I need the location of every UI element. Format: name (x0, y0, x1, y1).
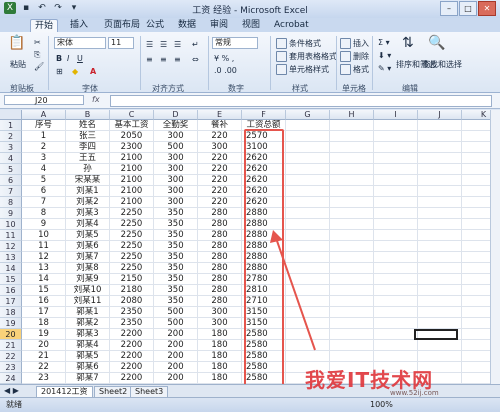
conditional-format-button[interactable]: 条件格式 (276, 38, 321, 49)
paste-button[interactable]: 粘贴 (10, 60, 26, 70)
decimal-icon[interactable]: .0 .00 (214, 66, 237, 76)
status-text: 就绪 (6, 400, 22, 409)
close-icon[interactable]: ✕ (478, 1, 496, 16)
insert-cells-button[interactable]: 插入 (340, 38, 369, 49)
copy-icon[interactable]: ⎘ (34, 50, 40, 60)
sheet-nav-icon[interactable]: ◀ ▶ (4, 386, 19, 396)
zoom-level[interactable]: 100% (370, 398, 393, 412)
cell-style-label: 单元格样式 (289, 65, 329, 74)
tab-acrobat[interactable]: Acrobat (270, 19, 313, 32)
watermark-site: www.52ij.com (390, 389, 439, 397)
table-format-label: 套用表格格式 (289, 52, 337, 61)
bold-icon[interactable]: B (56, 54, 62, 64)
format-cells-label: 格式 (353, 65, 369, 74)
currency-icon[interactable]: ¥ % , (214, 54, 234, 64)
tab-data[interactable]: 数据 (174, 19, 200, 32)
italic-icon[interactable]: I (67, 54, 69, 64)
font-color-icon[interactable]: A (90, 67, 96, 77)
align-right-icon[interactable]: ≡ (174, 55, 181, 65)
name-box[interactable]: J20 (4, 95, 84, 105)
ribbon-tabs: 开始 插入 页面布局 公式 数据 审阅 视图 Acrobat (0, 18, 500, 33)
format-cells-button[interactable]: 格式 (340, 64, 369, 75)
cell-style-button[interactable]: 单元格样式 (276, 64, 329, 75)
divider (372, 36, 373, 90)
font-name-select[interactable]: 宋体 (54, 37, 106, 49)
tab-review[interactable]: 审阅 (206, 19, 232, 32)
sort-filter-icon[interactable]: ⇅ (402, 36, 414, 50)
number-format-select[interactable]: 常规 (212, 37, 258, 49)
vertical-scrollbar[interactable] (490, 110, 500, 384)
fill-color-icon[interactable]: ◆ (72, 67, 78, 77)
minimize-icon[interactable]: – (440, 1, 458, 16)
align-top-icon[interactable]: ☰ (146, 40, 153, 50)
format-painter-icon[interactable]: 🖌 (34, 62, 44, 72)
merge-cells-icon[interactable]: ⇔ (192, 55, 199, 65)
fx-icon[interactable]: fx (92, 95, 100, 104)
divider (336, 36, 337, 90)
tab-insert[interactable]: 插入 (66, 19, 92, 32)
delete-cells-button[interactable]: 删除 (340, 51, 369, 62)
delete-cells-label: 删除 (353, 52, 369, 61)
formula-input[interactable] (110, 95, 492, 107)
divider (270, 36, 271, 90)
font-size-select[interactable]: 11 (108, 37, 134, 49)
tab-page-layout[interactable]: 页面布局 (100, 19, 144, 32)
wrap-text-icon[interactable]: ↵ (192, 40, 199, 50)
arrow-annotation (270, 230, 316, 351)
formula-bar: J20 fx (0, 93, 500, 109)
paste-icon[interactable]: 📋 (8, 36, 25, 50)
find-select-icon[interactable]: 🔍 (428, 36, 445, 50)
underline-icon[interactable]: U (77, 54, 83, 64)
divider (140, 36, 141, 90)
status-bar: 就绪 100% (0, 397, 500, 412)
align-left-icon[interactable]: ≡ (146, 55, 153, 65)
divider (208, 36, 209, 90)
align-center-icon[interactable]: ≡ (160, 55, 167, 65)
worksheet-grid[interactable]: A B C D E F G H I J K 1 序号 姓名 基本工资 全勤奖 餐补 工资总额 2 1 张三 2050 300… (0, 110, 490, 384)
title-bar: X ▪ ↶ ↷ ▾ 工资 经验 - Microsoft Excel – □ ✕ (0, 0, 500, 19)
window-controls: – □ ✕ (440, 1, 496, 16)
conditional-format-label: 条件格式 (289, 39, 321, 48)
align-middle-icon[interactable]: ☰ (160, 40, 167, 50)
clear-icon[interactable]: ✎ ▾ (378, 64, 391, 74)
find-select-button[interactable]: 查找和选择 (422, 60, 462, 70)
arrow-head (270, 230, 283, 243)
maximize-icon[interactable]: □ (459, 1, 477, 16)
tab-home[interactable]: 开始 (30, 19, 59, 33)
divider (48, 36, 49, 90)
tab-formulas[interactable]: 公式 (142, 19, 168, 32)
table-format-button[interactable]: 套用表格格式 (276, 51, 337, 62)
fill-icon[interactable]: ⬇ ▾ (378, 51, 391, 61)
align-bottom-icon[interactable]: ☰ (174, 40, 181, 50)
border-icon[interactable]: ⊞ (56, 67, 63, 77)
window-title: 工资 经验 - Microsoft Excel (192, 6, 308, 16)
insert-cells-label: 插入 (353, 39, 369, 48)
arrow-line (275, 237, 316, 351)
autosum-icon[interactable]: Σ ▾ (378, 38, 390, 48)
cut-icon[interactable]: ✂ (34, 38, 41, 48)
tab-view[interactable]: 视图 (238, 19, 264, 32)
